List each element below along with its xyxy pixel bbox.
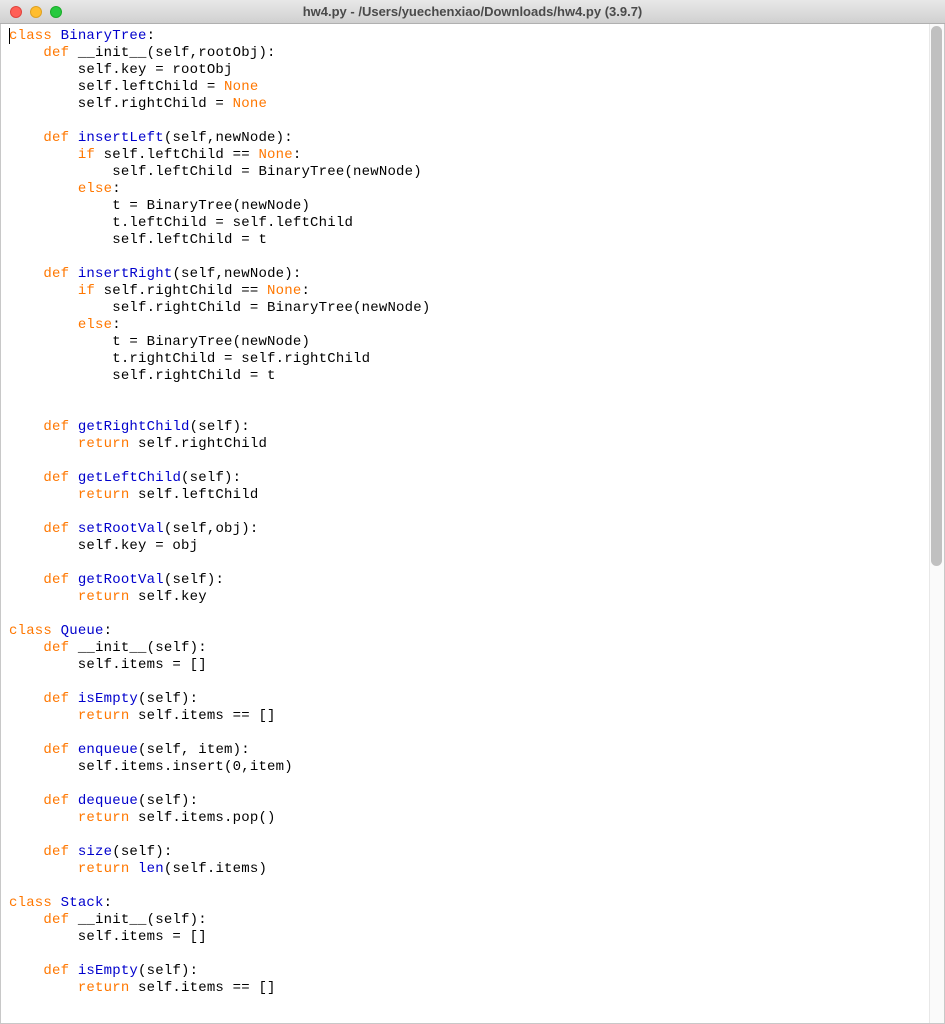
zoom-window-button[interactable] <box>50 6 62 18</box>
code-content[interactable]: class BinaryTree: def __init__(self,root… <box>9 28 936 997</box>
close-window-button[interactable] <box>10 6 22 18</box>
minimize-window-button[interactable] <box>30 6 42 18</box>
scrollbar-thumb[interactable] <box>931 26 942 566</box>
code-editor[interactable]: class BinaryTree: def __init__(self,root… <box>0 24 945 1024</box>
scrollbar-track[interactable] <box>929 24 944 1023</box>
text-cursor <box>9 28 10 44</box>
traffic-lights <box>10 6 62 18</box>
title-bar: hw4.py - /Users/yuechenxiao/Downloads/hw… <box>0 0 945 24</box>
window-title: hw4.py - /Users/yuechenxiao/Downloads/hw… <box>10 4 935 19</box>
